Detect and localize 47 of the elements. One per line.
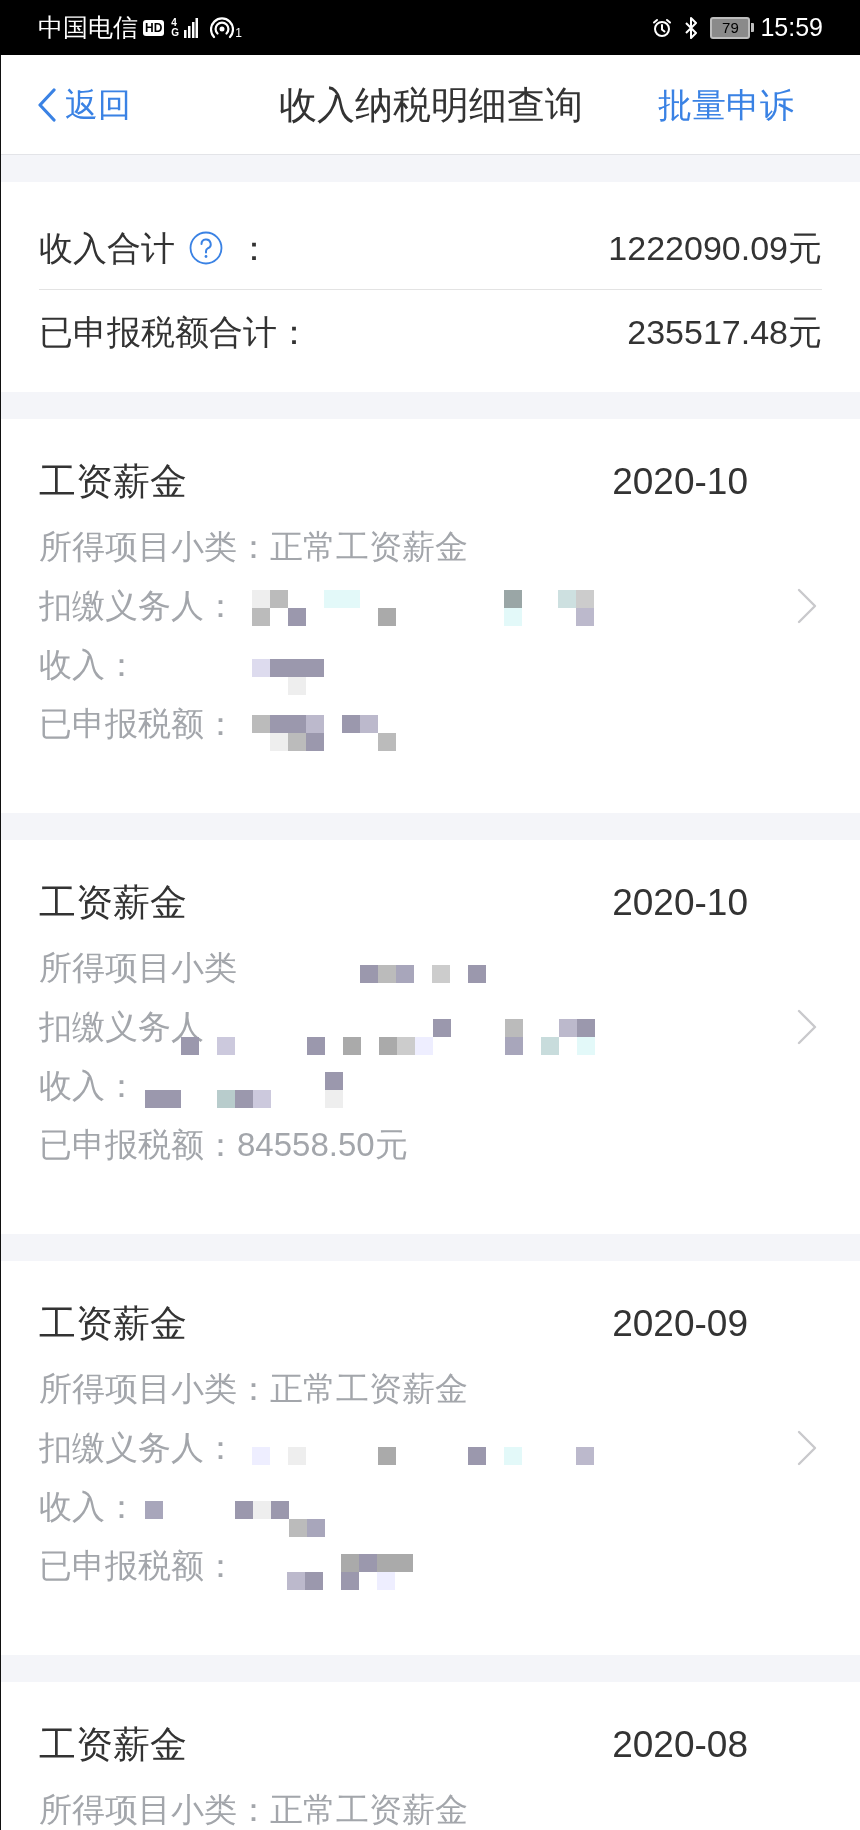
field-label: 所得项目小类：	[39, 1793, 270, 1826]
record-card[interactable]: 工资薪金 2020-08 所得项目小类：正常工资薪金	[1, 1682, 860, 1830]
network-type: 4G	[171, 17, 181, 38]
batch-appeal-button[interactable]: 批量申诉	[658, 87, 794, 122]
period-date: 2020-08	[612, 1725, 748, 1763]
bluetooth-icon	[684, 16, 699, 39]
chevron-right-icon	[797, 1429, 817, 1466]
hotspot-icon	[210, 16, 235, 39]
field-label: 扣缴义务人：	[39, 1431, 237, 1464]
field-label: 扣缴义务人：	[39, 589, 237, 622]
field-label: 所得项目小类：	[39, 1372, 270, 1405]
period-date: 2020-09	[612, 1304, 748, 1342]
record-card[interactable]: 工资薪金 2020-09 所得项目小类：正常工资薪金 扣缴义务人： 收入： 已申报税额：	[1, 1261, 860, 1655]
carrier-name: 中国电信	[38, 15, 138, 40]
page-title: 收入纳税明细查询	[278, 85, 583, 124]
field-label: 已申报税额：	[39, 707, 237, 740]
field-label: 收入：	[39, 1069, 138, 1102]
income-category: 工资薪金	[39, 1304, 187, 1342]
period-date: 2020-10	[612, 883, 748, 921]
field-label: 所得项目小类：	[39, 530, 270, 563]
alarm-clock-icon	[652, 17, 673, 38]
clock-time: 15:59	[760, 15, 823, 40]
signal-icon	[184, 17, 199, 38]
field-label: 已申报税额：	[39, 1128, 237, 1161]
pixelated-redaction-drawing	[252, 659, 324, 695]
summary-value: 1222090.09元	[608, 230, 822, 265]
field-label: 收入：	[39, 648, 138, 681]
hd-badge: HD	[143, 19, 165, 36]
field-label: 所得项目小类	[39, 951, 237, 984]
chevron-right-icon	[797, 1008, 817, 1045]
income-category: 工资薪金	[39, 1725, 187, 1763]
help-icon[interactable]	[189, 230, 223, 265]
record-card[interactable]: 工资薪金 2020-10 所得项目小类：正常工资薪金 扣缴义务人： 收入： 已申报税额：	[1, 419, 860, 813]
summary-label: 收入合计	[39, 230, 175, 265]
period-date: 2020-10	[612, 462, 748, 500]
income-category: 工资薪金	[39, 883, 187, 921]
summary-value: 235517.48元	[627, 315, 822, 349]
chevron-right-icon	[797, 587, 817, 624]
summary-label: 已申报税额合计：	[39, 315, 311, 349]
back-button[interactable]: 返回	[37, 87, 131, 122]
summary-colon: ：	[237, 230, 271, 265]
field-label: 收入：	[39, 1490, 138, 1523]
income-category: 工资薪金	[39, 462, 187, 500]
back-chevron-icon	[37, 87, 57, 122]
field-label: 已申报税额：	[39, 1549, 237, 1582]
battery-indicator: 79	[710, 16, 755, 39]
hotspot-count: 1	[235, 27, 243, 39]
